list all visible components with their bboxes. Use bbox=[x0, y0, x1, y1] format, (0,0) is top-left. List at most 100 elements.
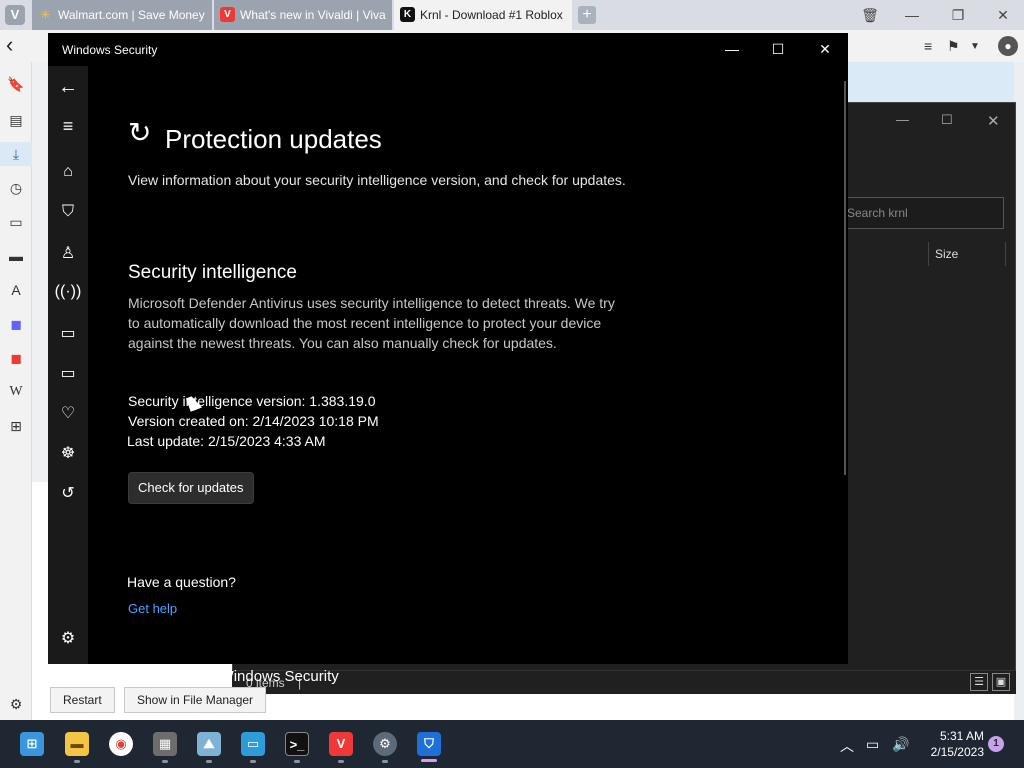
settings-gear-icon[interactable]: ⚙ bbox=[48, 628, 88, 648]
explorer-search-input[interactable]: Search krnl bbox=[838, 197, 1004, 229]
section-description: Microsoft Defender Antivirus uses securi… bbox=[128, 295, 615, 351]
clock-time: 5:31 AM bbox=[939, 729, 984, 743]
window-panel-icon[interactable]: ▬ bbox=[0, 248, 32, 264]
running-indicator bbox=[338, 760, 344, 763]
notes-icon[interactable]: ▭ bbox=[0, 214, 32, 231]
system-clock[interactable]: 5:31 AM 2/15/2023 bbox=[918, 728, 984, 760]
running-indicator bbox=[250, 760, 256, 763]
vivaldi-panel-icon[interactable]: ◼ bbox=[0, 350, 32, 367]
translate-icon[interactable]: A bbox=[0, 282, 32, 298]
back-icon[interactable]: ‹ bbox=[6, 34, 13, 56]
window-titlebar[interactable]: Windows Security — ☐ ✕ bbox=[48, 33, 848, 66]
back-arrow-icon[interactable]: ← bbox=[48, 76, 88, 99]
walmart-icon: ✳ bbox=[40, 7, 51, 22]
active-indicator bbox=[421, 759, 437, 762]
column-header-size[interactable]: Size bbox=[928, 242, 1006, 266]
bookmarks-icon[interactable]: 🔖 bbox=[0, 76, 32, 93]
show-in-file-manager-button[interactable]: Show in File Manager bbox=[124, 687, 267, 713]
tab-walmart[interactable]: ✳ Walmart.com | Save Money bbox=[32, 0, 212, 30]
tab-label: What's new in Vivaldi | Viva bbox=[240, 8, 386, 22]
photos-icon[interactable]: ⛰ bbox=[197, 732, 221, 756]
windows-security-window: Windows Security — ☐ ✕ ← ≡ ⌂ ⛉ ♙ ((·)) ▭… bbox=[48, 33, 848, 686]
question-heading: Have a question? bbox=[127, 574, 236, 590]
running-indicator bbox=[294, 760, 300, 763]
page-subtitle: View information about your security int… bbox=[128, 172, 626, 188]
tab-vivaldi[interactable]: V What's new in Vivaldi | Viva bbox=[214, 0, 392, 30]
close-icon[interactable]: ✕ bbox=[802, 33, 848, 66]
trash-icon[interactable]: 🗑 bbox=[850, 0, 890, 30]
windows-security-taskbar-icon[interactable]: ⛉ bbox=[417, 732, 441, 756]
dropdown-icon[interactable]: ▼ bbox=[970, 41, 980, 52]
clock-date: 2/15/2023 bbox=[930, 745, 984, 759]
check-for-updates-button[interactable]: Check for updates bbox=[128, 472, 254, 504]
reading-list-icon[interactable]: ▤ bbox=[0, 112, 32, 129]
tab-krnl[interactable]: K Krnl - Download #1 Roblox bbox=[394, 0, 572, 30]
tab-label: Walmart.com | Save Money bbox=[58, 8, 205, 22]
firewall-network-icon[interactable]: ((·)) bbox=[48, 283, 88, 301]
profile-avatar[interactable]: ● bbox=[998, 36, 1018, 56]
running-indicator bbox=[206, 760, 212, 763]
settings-taskbar-icon[interactable]: ⚙ bbox=[373, 732, 397, 756]
vivaldi-menu-button[interactable]: V bbox=[5, 5, 25, 25]
details-view-icon[interactable]: ☰ bbox=[970, 673, 988, 691]
vivaldi-taskbar-icon[interactable]: V bbox=[329, 732, 353, 756]
hamburger-menu-icon[interactable]: ≡ bbox=[48, 116, 88, 137]
family-options-icon[interactable]: ☸ bbox=[48, 443, 88, 463]
security-content: ↻ Protection updates View information ab… bbox=[127, 66, 828, 686]
running-indicator bbox=[74, 760, 80, 763]
explorer-close-icon[interactable]: ✕ bbox=[987, 112, 1000, 130]
running-indicator bbox=[382, 760, 388, 763]
bookmark-icon[interactable]: ⚑ bbox=[947, 38, 960, 55]
shield-icon[interactable]: ⛉ bbox=[48, 203, 88, 221]
network-icon[interactable]: ▭ bbox=[866, 736, 879, 753]
tiles-view-icon[interactable]: ▣ bbox=[992, 673, 1010, 691]
app-icon[interactable]: ▭ bbox=[241, 732, 265, 756]
file-explorer-icon[interactable]: ▬ bbox=[65, 732, 89, 756]
explorer-status-bar: 0 items | bbox=[232, 670, 1016, 694]
home-icon[interactable]: ⌂ bbox=[48, 163, 88, 181]
maximize-icon[interactable]: ☐ bbox=[755, 33, 801, 66]
minimize-icon[interactable]: — bbox=[709, 33, 755, 66]
wikipedia-icon[interactable]: W bbox=[0, 384, 32, 400]
device-security-icon[interactable]: ▭ bbox=[48, 363, 88, 383]
page-background bbox=[848, 62, 1024, 102]
new-tab-button[interactable]: + bbox=[578, 6, 596, 24]
get-help-link[interactable]: Get help bbox=[128, 601, 177, 616]
chevron-up-icon[interactable]: ︿ bbox=[840, 736, 854, 756]
vivaldi-icon: V bbox=[220, 7, 235, 22]
start-icon[interactable]: ⊞ bbox=[20, 732, 44, 756]
app-browser-control-icon[interactable]: ▭ bbox=[48, 323, 88, 343]
add-panel-icon[interactable]: ⊞ bbox=[0, 418, 32, 435]
restart-button[interactable]: Restart bbox=[50, 687, 115, 713]
browser-tab-bar: V ✳ Walmart.com | Save Money V What's ne… bbox=[0, 0, 1024, 30]
krnl-icon: K bbox=[400, 7, 415, 22]
page-title: Protection updates bbox=[165, 124, 382, 154]
version-info: Security intelligence version: 1.383.19.… bbox=[128, 393, 376, 409]
device-health-icon[interactable]: ♡ bbox=[48, 403, 88, 423]
explorer-minimize-icon[interactable]: — bbox=[896, 112, 909, 127]
terminal-icon[interactable]: >_ bbox=[285, 732, 309, 756]
mastodon-icon[interactable]: ◼ bbox=[0, 316, 32, 333]
protection-history-icon[interactable]: ↺ bbox=[48, 483, 88, 503]
running-indicator bbox=[162, 760, 168, 763]
version-created-info: Version created on: 2/14/2023 10:18 PM bbox=[128, 413, 379, 429]
last-update-info: Last update: 2/15/2023 4:33 AM bbox=[127, 433, 326, 449]
content-scrollbar[interactable] bbox=[844, 81, 846, 475]
downloads-icon[interactable]: ⤓ bbox=[0, 142, 32, 166]
history-icon[interactable]: ◷ bbox=[0, 180, 32, 197]
window-title: Windows Security bbox=[62, 43, 158, 57]
explorer-maximize-icon[interactable]: ☐ bbox=[941, 112, 953, 128]
security-nav-rail: ← ≡ ⌂ ⛉ ♙ ((·)) ▭ ▭ ♡ ☸ ↺ ⚙ bbox=[48, 66, 88, 664]
settings-icon[interactable]: ⚙ bbox=[0, 696, 32, 713]
account-icon[interactable]: ♙ bbox=[48, 243, 88, 263]
package-icon[interactable]: ▦ bbox=[153, 732, 177, 756]
minimize-icon[interactable]: — bbox=[892, 0, 932, 30]
volume-icon[interactable]: 🔊 bbox=[892, 736, 909, 753]
restore-icon[interactable]: ❐ bbox=[938, 0, 978, 30]
close-icon[interactable]: ✕ bbox=[983, 0, 1023, 30]
reader-icon[interactable]: ≡ bbox=[924, 38, 932, 54]
notification-badge[interactable]: 1 bbox=[988, 736, 1004, 752]
refresh-sync-icon: ↻ bbox=[128, 117, 152, 148]
tab-label: Krnl - Download #1 Roblox bbox=[420, 8, 563, 22]
chrome-icon[interactable]: ◉ bbox=[109, 732, 133, 756]
